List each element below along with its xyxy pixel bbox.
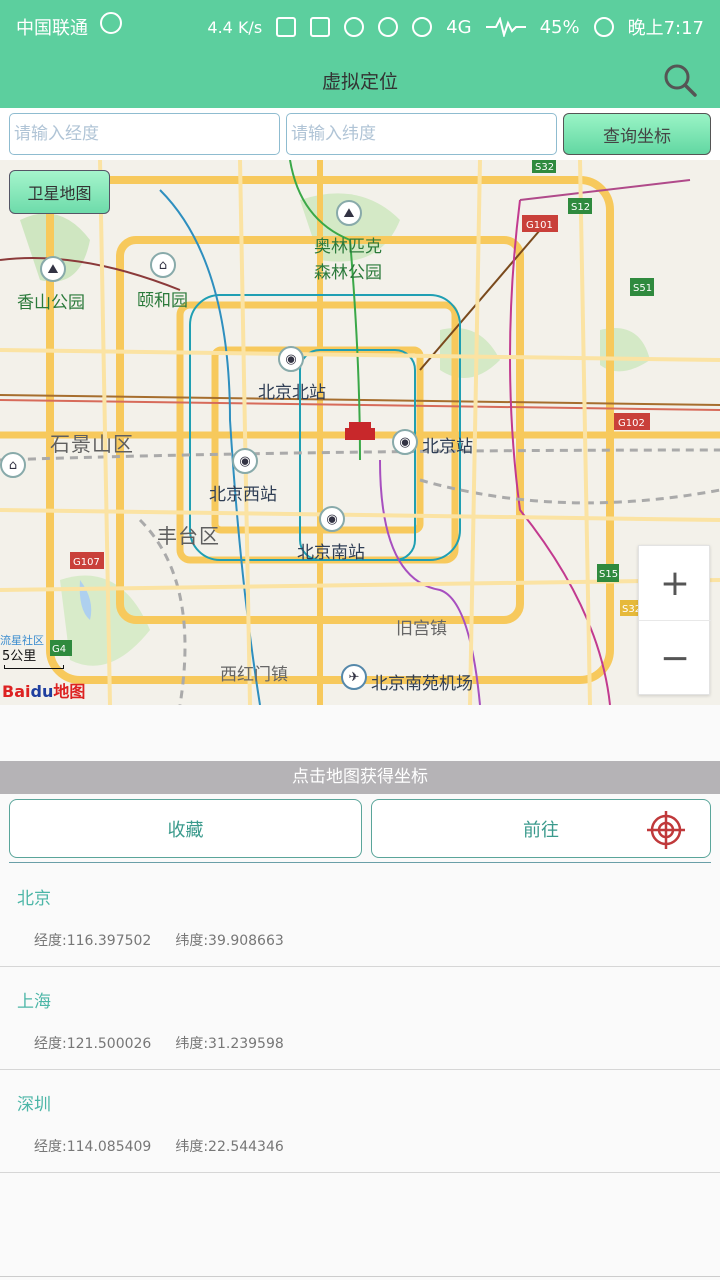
mute-icon: [310, 17, 331, 37]
app-bar: 虚拟定位: [0, 52, 720, 108]
map-label-beijing-south: 北京南站: [297, 543, 365, 563]
search-icon[interactable]: [660, 60, 700, 100]
zoom-out-button[interactable]: −: [639, 621, 711, 696]
map-label-beijing-north: 北京北站: [258, 383, 326, 403]
zoom-control: + −: [638, 545, 711, 696]
location-name: 北京: [17, 889, 51, 909]
location-coords: 经度:121.500026 纬度:31.239598: [34, 1033, 284, 1053]
list-item[interactable]: 上海 经度:121.500026 纬度:31.239598: [0, 967, 720, 1070]
map-label-shijingshan: 石景山区: [50, 432, 134, 456]
longitude-value: 经度:121.500026: [34, 1036, 152, 1052]
longitude-value: 经度:116.397502: [34, 933, 152, 949]
latitude-input[interactable]: [286, 113, 557, 155]
map-label-olympic-1: 奥林匹克: [314, 237, 382, 257]
map-label-nanyuan-airport: 北京南苑机场: [371, 674, 473, 694]
shield-s15: S15: [599, 569, 618, 580]
divider: [9, 862, 711, 863]
shield-g4: G4: [52, 644, 66, 655]
fan-icon: [412, 17, 433, 37]
latitude-value: 纬度:22.544346: [175, 1139, 284, 1155]
network-label: 4G: [446, 16, 472, 38]
map-label-xihongmen: 西红门镇: [220, 665, 288, 685]
satellite-map-button[interactable]: 卫星地图: [9, 170, 110, 214]
favorite-button[interactable]: 收藏: [9, 799, 362, 858]
map-label-fengtai: 丰台区: [157, 524, 220, 548]
park-icon: ⛰: [336, 200, 362, 226]
moon-icon: [378, 17, 399, 37]
list-item[interactable]: 深圳 经度:114.085409 纬度:22.544346: [0, 1070, 720, 1173]
location-coords: 经度:116.397502 纬度:39.908663: [34, 930, 284, 950]
map-scale-bar: [4, 665, 64, 669]
crosshair-icon: [647, 811, 685, 849]
longitude-input[interactable]: [9, 113, 280, 155]
train-station-icon: ◉: [278, 346, 304, 372]
map-label-beijing-station: 北京站: [422, 437, 473, 457]
train-station-icon: ◉: [392, 429, 418, 455]
park-icon: ⛰: [40, 256, 66, 282]
landmark-icon: ⌂: [0, 452, 26, 478]
query-coordinates-button[interactable]: 查询坐标: [563, 113, 711, 155]
status-icons: 4.4 K/s 4G 45% 晚上7:17: [207, 14, 704, 40]
location-name: 上海: [17, 992, 51, 1012]
shield-s51: S51: [633, 283, 652, 294]
clock-label: 晚上7:17: [627, 18, 704, 39]
battery-label: 45%: [539, 16, 580, 38]
zoom-in-button[interactable]: +: [639, 546, 711, 621]
shield-g101: G101: [526, 220, 553, 231]
shield-s32: S32: [535, 162, 554, 173]
shield-g107: G107: [73, 557, 100, 568]
signal-wave-icon: [485, 17, 526, 37]
globe-icon: [100, 12, 122, 34]
shield-s12: S12: [571, 202, 590, 213]
map-label-xiangshan: 香山公园: [17, 293, 85, 313]
longitude-value: 经度:114.085409: [34, 1139, 152, 1155]
map-view[interactable]: S32 S12 G101 S51 G102 G107 S15 S32 G4 ⛰ …: [0, 160, 720, 705]
map-label-jiugongzhen: 旧宫镇: [396, 619, 447, 639]
status-bar: 中国联通 4.4 K/s 4G 45% 晚上7:17: [0, 0, 720, 52]
favorite-label: 收藏: [167, 819, 204, 840]
train-station-icon: ◉: [319, 506, 345, 532]
leaf-icon: [593, 17, 614, 37]
shield-g102: G102: [618, 418, 645, 429]
location-name: 深圳: [17, 1095, 51, 1115]
palace-icon: ⌂: [150, 252, 176, 278]
map-scale-label: 5公里: [2, 649, 37, 664]
bottom-divider: [0, 1276, 720, 1277]
list-item[interactable]: 北京 经度:116.397502 纬度:39.908663: [0, 864, 720, 967]
query-row: 查询坐标: [0, 108, 720, 160]
go-label: 前往: [523, 819, 559, 840]
latitude-value: 纬度:39.908663: [175, 933, 284, 949]
carrier-label: 中国联通: [16, 18, 88, 39]
alarm-icon: [344, 17, 365, 37]
go-button[interactable]: 前往: [371, 799, 711, 858]
map-label-beijing-west: 北京西站: [209, 485, 277, 505]
map-label-olympic-2: 森林公园: [314, 263, 382, 283]
location-coords: 经度:114.085409 纬度:22.544346: [34, 1136, 284, 1156]
train-station-icon: ◉: [232, 448, 258, 474]
latitude-value: 纬度:31.239598: [175, 1036, 284, 1052]
airport-icon: ✈: [341, 664, 367, 690]
baidu-map-logo: Baidu地图: [2, 682, 86, 701]
net-speed: 4.4 K/s: [207, 17, 263, 37]
hint-bar: 点击地图获得坐标: [0, 761, 720, 794]
paperclip-icon: [276, 17, 297, 37]
map-label-yiheyuan: 颐和园: [137, 291, 188, 311]
page-title: 虚拟定位: [321, 71, 398, 93]
